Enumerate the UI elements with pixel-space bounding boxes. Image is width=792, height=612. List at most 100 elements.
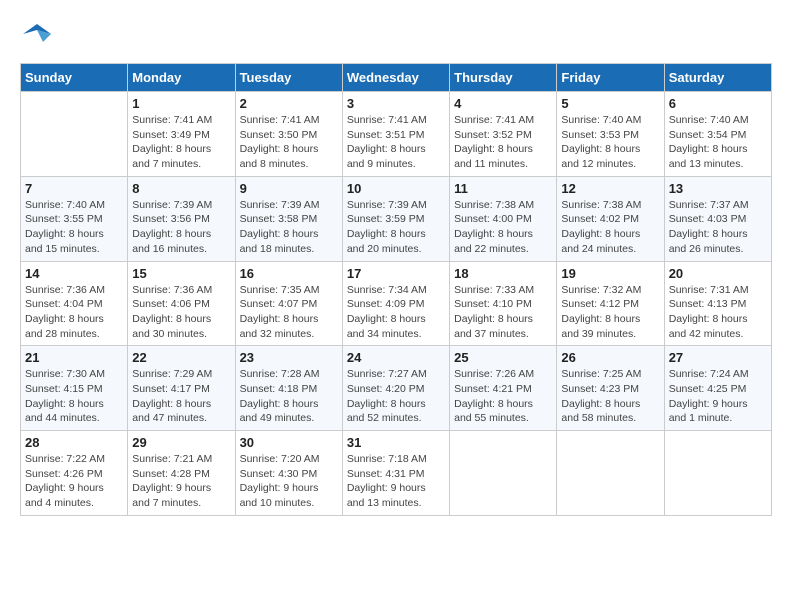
day-info: Sunrise: 7:35 AM Sunset: 4:07 PM Dayligh…: [240, 283, 338, 342]
day-info: Sunrise: 7:25 AM Sunset: 4:23 PM Dayligh…: [561, 367, 659, 426]
day-info: Sunrise: 7:29 AM Sunset: 4:17 PM Dayligh…: [132, 367, 230, 426]
day-cell: 5 Sunrise: 7:40 AM Sunset: 3:53 PM Daylig…: [557, 92, 664, 177]
day-number: 5: [561, 96, 659, 111]
day-cell: 9 Sunrise: 7:39 AM Sunset: 3:58 PM Daylig…: [235, 176, 342, 261]
day-number: 26: [561, 350, 659, 365]
week-row-4: 21 Sunrise: 7:30 AM Sunset: 4:15 PM Dayli…: [21, 346, 772, 431]
day-number: 28: [25, 435, 123, 450]
day-info: Sunrise: 7:36 AM Sunset: 4:04 PM Dayligh…: [25, 283, 123, 342]
day-number: 1: [132, 96, 230, 111]
day-number: 13: [669, 181, 767, 196]
day-cell: 21 Sunrise: 7:30 AM Sunset: 4:15 PM Dayli…: [21, 346, 128, 431]
day-cell: [450, 431, 557, 516]
week-row-5: 28Sunrise: 7:22 AM Sunset: 4:26 PM Dayli…: [21, 431, 772, 516]
day-header-monday: Monday: [128, 64, 235, 92]
day-cell: 25 Sunrise: 7:26 AM Sunset: 4:21 PM Dayli…: [450, 346, 557, 431]
day-header-sunday: Sunday: [21, 64, 128, 92]
day-number: 30: [240, 435, 338, 450]
day-header-tuesday: Tuesday: [235, 64, 342, 92]
day-header-friday: Friday: [557, 64, 664, 92]
header: [20, 20, 772, 53]
day-header-thursday: Thursday: [450, 64, 557, 92]
day-cell: 18 Sunrise: 7:33 AM Sunset: 4:10 PM Dayli…: [450, 261, 557, 346]
day-cell: 27 Sunrise: 7:24 AM Sunset: 4:25 PM Dayli…: [664, 346, 771, 431]
day-cell: 30 Sunrise: 7:20 AM Sunset: 4:30 PM Dayli…: [235, 431, 342, 516]
day-cell: 15 Sunrise: 7:36 AM Sunset: 4:06 PM Dayli…: [128, 261, 235, 346]
day-number: 18: [454, 266, 552, 281]
day-cell: 24Sunrise: 7:27 AM Sunset: 4:20 PM Dayli…: [342, 346, 449, 431]
day-cell: 22 Sunrise: 7:29 AM Sunset: 4:17 PM Dayli…: [128, 346, 235, 431]
day-cell: 23 Sunrise: 7:28 AM Sunset: 4:18 PM Dayli…: [235, 346, 342, 431]
day-cell: 3 Sunrise: 7:41 AM Sunset: 3:51 PM Daylig…: [342, 92, 449, 177]
day-info: Sunrise: 7:37 AM Sunset: 4:03 PM Dayligh…: [669, 198, 767, 257]
day-info: Sunrise: 7:24 AM Sunset: 4:25 PM Dayligh…: [669, 367, 767, 426]
day-cell: 7Sunrise: 7:40 AM Sunset: 3:55 PM Daylig…: [21, 176, 128, 261]
logo-bird-icon: [23, 20, 51, 48]
day-cell: 1Sunrise: 7:41 AM Sunset: 3:49 PM Daylig…: [128, 92, 235, 177]
week-row-1: 1Sunrise: 7:41 AM Sunset: 3:49 PM Daylig…: [21, 92, 772, 177]
day-info: Sunrise: 7:39 AM Sunset: 3:56 PM Dayligh…: [132, 198, 230, 257]
day-info: Sunrise: 7:28 AM Sunset: 4:18 PM Dayligh…: [240, 367, 338, 426]
day-info: Sunrise: 7:18 AM Sunset: 4:31 PM Dayligh…: [347, 452, 445, 511]
day-cell: 29 Sunrise: 7:21 AM Sunset: 4:28 PM Dayli…: [128, 431, 235, 516]
day-info: Sunrise: 7:41 AM Sunset: 3:52 PM Dayligh…: [454, 113, 552, 172]
day-info: Sunrise: 7:20 AM Sunset: 4:30 PM Dayligh…: [240, 452, 338, 511]
day-info: Sunrise: 7:21 AM Sunset: 4:28 PM Dayligh…: [132, 452, 230, 511]
day-cell: [21, 92, 128, 177]
day-number: 17: [347, 266, 445, 281]
day-cell: [664, 431, 771, 516]
day-number: 12: [561, 181, 659, 196]
day-number: 3: [347, 96, 445, 111]
day-info: Sunrise: 7:30 AM Sunset: 4:15 PM Dayligh…: [25, 367, 123, 426]
day-number: 11: [454, 181, 552, 196]
day-number: 21: [25, 350, 123, 365]
day-info: Sunrise: 7:36 AM Sunset: 4:06 PM Dayligh…: [132, 283, 230, 342]
day-cell: 28Sunrise: 7:22 AM Sunset: 4:26 PM Dayli…: [21, 431, 128, 516]
day-info: Sunrise: 7:41 AM Sunset: 3:50 PM Dayligh…: [240, 113, 338, 172]
day-info: Sunrise: 7:39 AM Sunset: 3:58 PM Dayligh…: [240, 198, 338, 257]
day-cell: [557, 431, 664, 516]
week-row-2: 7Sunrise: 7:40 AM Sunset: 3:55 PM Daylig…: [21, 176, 772, 261]
day-cell: 6Sunrise: 7:40 AM Sunset: 3:54 PM Daylig…: [664, 92, 771, 177]
calendar-table: SundayMondayTuesdayWednesdayThursdayFrid…: [20, 63, 772, 516]
day-cell: 11 Sunrise: 7:38 AM Sunset: 4:00 PM Dayli…: [450, 176, 557, 261]
day-header-saturday: Saturday: [664, 64, 771, 92]
day-number: 9: [240, 181, 338, 196]
day-cell: 12 Sunrise: 7:38 AM Sunset: 4:02 PM Dayli…: [557, 176, 664, 261]
days-header-row: SundayMondayTuesdayWednesdayThursdayFrid…: [21, 64, 772, 92]
logo: [20, 20, 51, 53]
day-info: Sunrise: 7:38 AM Sunset: 4:00 PM Dayligh…: [454, 198, 552, 257]
week-row-3: 14Sunrise: 7:36 AM Sunset: 4:04 PM Dayli…: [21, 261, 772, 346]
day-info: Sunrise: 7:34 AM Sunset: 4:09 PM Dayligh…: [347, 283, 445, 342]
day-info: Sunrise: 7:38 AM Sunset: 4:02 PM Dayligh…: [561, 198, 659, 257]
day-cell: 10Sunrise: 7:39 AM Sunset: 3:59 PM Dayli…: [342, 176, 449, 261]
day-cell: 2 Sunrise: 7:41 AM Sunset: 3:50 PM Daylig…: [235, 92, 342, 177]
day-number: 4: [454, 96, 552, 111]
day-cell: 16 Sunrise: 7:35 AM Sunset: 4:07 PM Dayli…: [235, 261, 342, 346]
day-number: 2: [240, 96, 338, 111]
day-info: Sunrise: 7:41 AM Sunset: 3:51 PM Dayligh…: [347, 113, 445, 172]
day-info: Sunrise: 7:33 AM Sunset: 4:10 PM Dayligh…: [454, 283, 552, 342]
day-number: 7: [25, 181, 123, 196]
logo-general: [20, 20, 51, 53]
day-number: 20: [669, 266, 767, 281]
day-cell: 14Sunrise: 7:36 AM Sunset: 4:04 PM Dayli…: [21, 261, 128, 346]
day-number: 23: [240, 350, 338, 365]
day-info: Sunrise: 7:32 AM Sunset: 4:12 PM Dayligh…: [561, 283, 659, 342]
day-number: 27: [669, 350, 767, 365]
day-number: 10: [347, 181, 445, 196]
day-number: 22: [132, 350, 230, 365]
day-number: 15: [132, 266, 230, 281]
day-number: 16: [240, 266, 338, 281]
day-info: Sunrise: 7:26 AM Sunset: 4:21 PM Dayligh…: [454, 367, 552, 426]
day-info: Sunrise: 7:27 AM Sunset: 4:20 PM Dayligh…: [347, 367, 445, 426]
day-info: Sunrise: 7:40 AM Sunset: 3:54 PM Dayligh…: [669, 113, 767, 172]
day-cell: 4 Sunrise: 7:41 AM Sunset: 3:52 PM Daylig…: [450, 92, 557, 177]
day-number: 29: [132, 435, 230, 450]
day-cell: 20Sunrise: 7:31 AM Sunset: 4:13 PM Dayli…: [664, 261, 771, 346]
day-cell: 13 Sunrise: 7:37 AM Sunset: 4:03 PM Dayli…: [664, 176, 771, 261]
day-number: 25: [454, 350, 552, 365]
day-cell: 8Sunrise: 7:39 AM Sunset: 3:56 PM Daylig…: [128, 176, 235, 261]
day-cell: 31Sunrise: 7:18 AM Sunset: 4:31 PM Dayli…: [342, 431, 449, 516]
day-info: Sunrise: 7:40 AM Sunset: 3:53 PM Dayligh…: [561, 113, 659, 172]
